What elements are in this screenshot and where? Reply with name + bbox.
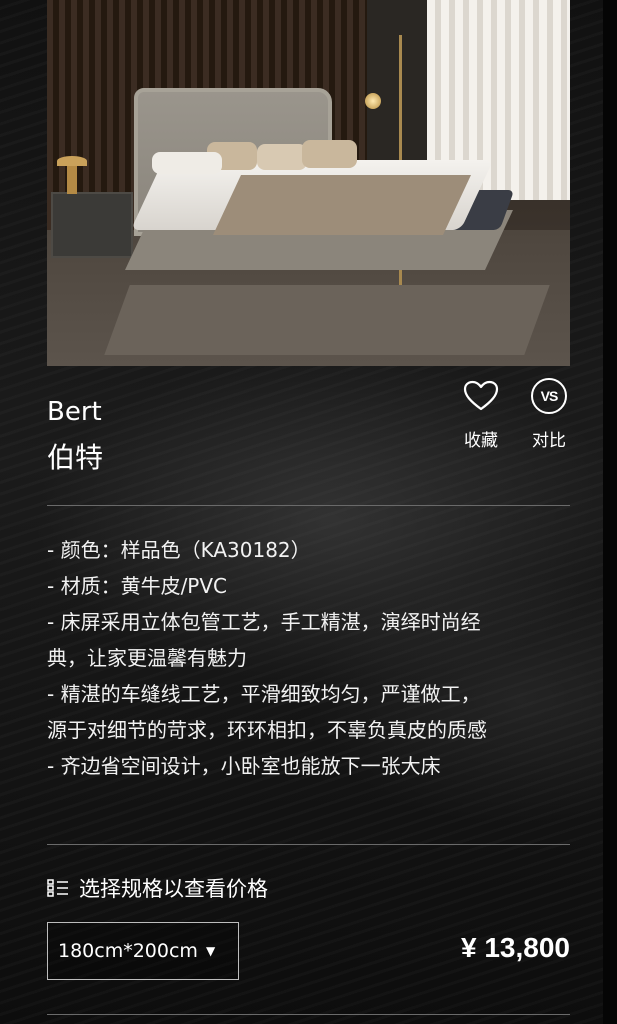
divider-middle <box>47 844 570 845</box>
feature-line: - 颜色：样品色（KA30182） <box>47 538 311 562</box>
favorite-label: 收藏 <box>464 431 498 451</box>
lamp-bulb <box>365 93 381 109</box>
feature-line: - 精湛的车缝线工艺，平滑细致均匀，严谨做工， <box>47 682 481 706</box>
feature-line: 典，让家更温馨有魅力 <box>47 646 247 670</box>
feature-line: - 材质：黄牛皮/PVC <box>47 574 228 598</box>
product-name-en: Bert <box>47 397 102 427</box>
size-select[interactable]: 180cm*200cm ▼ <box>47 922 239 980</box>
spec-list-icon <box>47 879 68 897</box>
right-edge <box>603 0 617 1024</box>
favorite-button[interactable]: 收藏 <box>456 376 506 451</box>
rug <box>104 285 550 355</box>
nightstand <box>51 192 133 258</box>
feature-line: - 床屏采用立体包管工艺，手工精湛，演绎时尚经 <box>47 610 481 634</box>
divider-bottom <box>47 1014 570 1015</box>
product-name-cn: 伯特 <box>47 441 104 474</box>
compare-label: 对比 <box>532 431 566 451</box>
feature-line: 源于对细节的苛求，环环相扣，不辜负真皮的质感 <box>47 718 487 742</box>
divider-top <box>47 505 570 506</box>
bed-product-photo <box>47 0 570 366</box>
pillow <box>152 152 222 174</box>
pillow <box>257 144 307 170</box>
feature-line: - 齐边省空间设计，小卧室也能放下一张大床 <box>47 754 441 778</box>
spec-hint: 选择规格以查看价格 <box>47 870 268 906</box>
feature-list: - 颜色：样品色（KA30182） - 材质：黄牛皮/PVC - 床屏采用立体包… <box>47 532 570 784</box>
heart-icon <box>456 376 506 416</box>
compare-button[interactable]: VS 对比 <box>524 376 574 451</box>
price: ¥ 13,800 <box>461 932 570 963</box>
vs-icon: VS <box>531 378 567 414</box>
bed-throw <box>213 175 471 235</box>
pillow <box>302 140 357 168</box>
size-select-value: 180cm*200cm <box>58 940 198 962</box>
caret-down-icon: ▼ <box>205 944 216 958</box>
table-lamp-base <box>67 166 77 194</box>
spec-hint-text: 选择规格以查看价格 <box>79 877 268 901</box>
table-lamp-shade <box>57 156 87 166</box>
